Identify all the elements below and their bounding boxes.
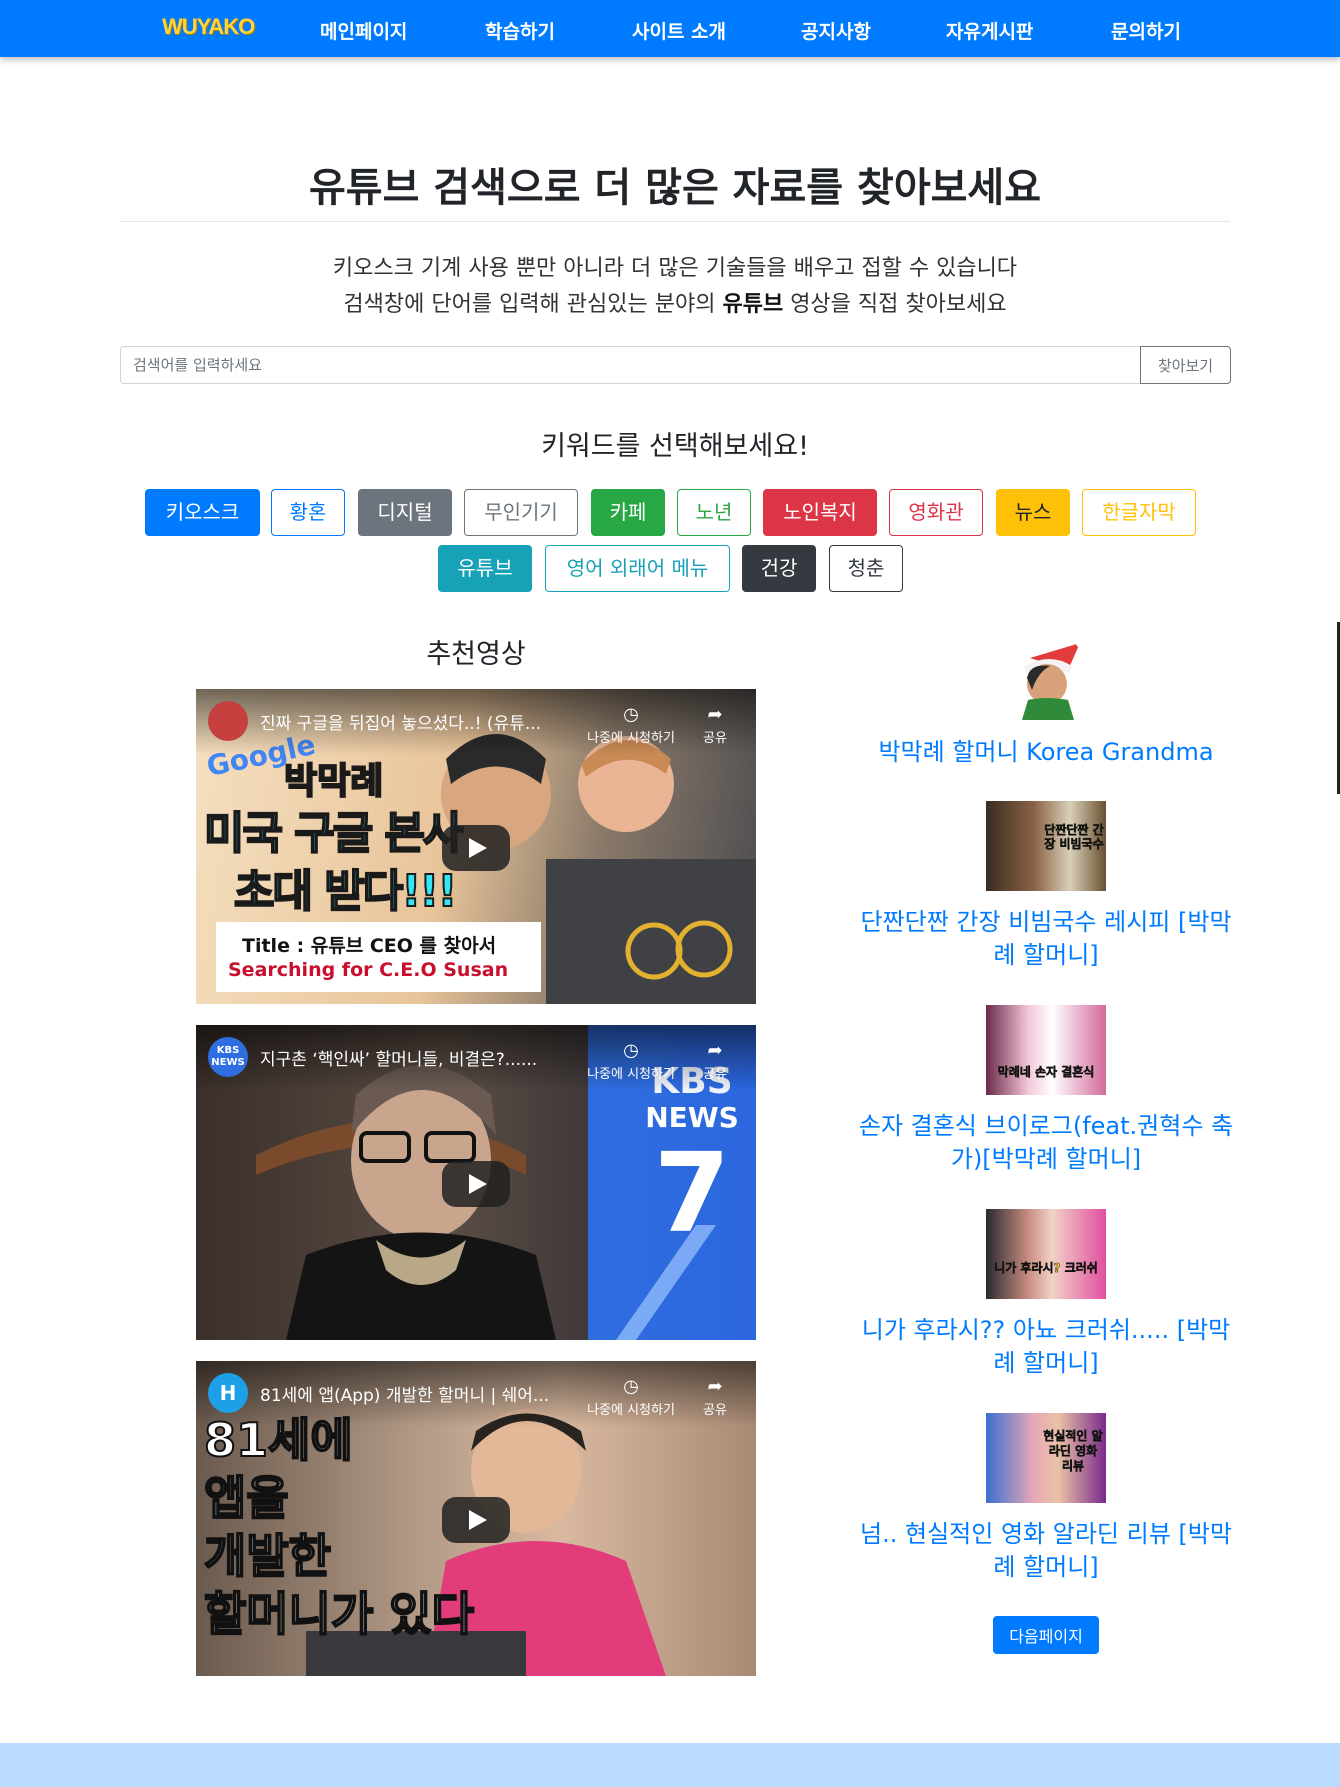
intro-line-1: 키오스크 기계 사용 뿐만 아니라 더 많은 기술들을 배우고 접할 수 있습니… [332, 256, 1018, 281]
keyword-button-news[interactable]: 뉴스 [996, 489, 1070, 536]
sidebar-video-link-2[interactable]: 손자 결혼식 브이로그(feat.권혁수 축가)[박막례 할머니] [856, 1110, 1236, 1176]
keyword-button-cafe[interactable]: 카페 [591, 489, 665, 536]
video-1-share-label: 공유 [703, 731, 727, 746]
sidebar-thumb-2[interactable]: 막례네 손자 결혼식 [986, 1005, 1106, 1095]
nav-item-main[interactable]: 메인페이지 [320, 17, 407, 44]
video-3-title[interactable]: 81세에 앱(App) 개발한 할머니 | 쉐어... [260, 1381, 570, 1406]
nav-item-notice[interactable]: 공지사항 [801, 17, 871, 44]
clock-icon: ◷ [623, 1040, 639, 1061]
sidebar-thumb-4[interactable]: 현실적인 알라딘 영화 리뷰 [986, 1413, 1106, 1503]
keyword-heading: 키워드를 선택해보세요! [541, 431, 809, 462]
share-icon: ➦ [707, 1040, 723, 1061]
play-icon[interactable] [442, 1161, 510, 1207]
video-3-thumb-text-2: 앱을 [203, 1470, 290, 1526]
intro-line-2-bold: 유튜브 [722, 292, 784, 317]
search-input[interactable] [120, 346, 1141, 384]
top-navbar: WUYAKO 메인페이지 학습하기 사이트 소개 공지사항 자유게시판 문의하기 [0, 0, 1340, 57]
share-icon: ➦ [707, 704, 723, 725]
sidebar-thumb-2-text: 막례네 손자 결혼식 [997, 1065, 1095, 1080]
sidebar-thumb-3-text: 니가 후라시? 크러쉬 [994, 1261, 1098, 1276]
video-1-caption-sub: Searching for C.E.O Susan [228, 959, 509, 981]
nav-item-about[interactable]: 사이트 소개 [632, 17, 726, 44]
video-1-watch-later[interactable]: ◷ 나중에 시청하기 [576, 703, 686, 746]
video-1-thumb-text-3: 초대 받다!!! [233, 865, 458, 918]
video-embed-1[interactable]: Google 박막례 미국 구글 본사 초대 받다!!! Title : 유튜브… [196, 689, 756, 1004]
video-2-share[interactable]: ➦ 공유 [690, 1039, 740, 1082]
video-3-channel-avatar[interactable]: H [208, 1373, 248, 1413]
keyword-button-old-age[interactable]: 노년 [677, 489, 751, 536]
intro-line-2-text: 검색창에 단어를 입력해 관심있는 분야의 [343, 292, 723, 317]
video-2-watch-later[interactable]: ◷ 나중에 시청하기 [576, 1039, 686, 1082]
keyword-button-twilight[interactable]: 황혼 [271, 489, 345, 536]
clock-icon: ◷ [623, 1376, 639, 1397]
keyword-button-english-menu[interactable]: 영어 외래어 메뉴 [545, 545, 730, 592]
keyword-button-elder-welfare[interactable]: 노인복지 [763, 489, 877, 536]
intro-line-2-tail: 영상을 직접 찾아보세요 [783, 292, 1007, 317]
sidebar-thumb-1[interactable]: 단짠단짠 간장 비빔국수 [986, 801, 1106, 891]
keyword-button-kiosk[interactable]: 키오스크 [145, 489, 260, 536]
video-3-thumb-text-3: 개발한 [203, 1528, 332, 1584]
video-2-share-label: 공유 [703, 1067, 727, 1082]
video-1-caption-title: Title : 유튜브 CEO 를 찾아서 [242, 935, 497, 957]
sidebar-video-link-3[interactable]: 니가 후라시?? 아뇨 크러쉬..... [박막례 할머니] [856, 1314, 1236, 1380]
play-icon[interactable] [442, 1497, 510, 1543]
clock-icon: ◷ [623, 704, 639, 725]
search-button[interactable]: 찾아보기 [1140, 346, 1231, 384]
recommended-heading: 추천영상 [426, 639, 526, 670]
channel-profile-image[interactable] [1010, 638, 1090, 720]
video-1-watch-later-label: 나중에 시청하기 [587, 731, 675, 746]
play-icon[interactable] [442, 825, 510, 871]
channel-name-link[interactable]: 박막례 할머니 Korea Grandma [856, 736, 1236, 769]
video-2-watch-later-label: 나중에 시청하기 [587, 1067, 675, 1082]
share-icon: ➦ [707, 1376, 723, 1397]
sidebar-thumb-1-text: 단짠단짠 간장 비빔국수 [1044, 823, 1104, 852]
keyword-button-subtitles[interactable]: 한글자막 [1082, 489, 1196, 536]
video-3-thumb-text-4: 할머니가 있다 [203, 1586, 475, 1642]
video-1-channel-avatar[interactable] [208, 701, 248, 741]
video-3-watch-later-label: 나중에 시청하기 [587, 1403, 675, 1418]
video-embed-2[interactable]: KBS NEWS 7 KBS NEWS 지구촌 ‘핵인싸’ 할머니들, 비결은?… [196, 1025, 756, 1340]
keyword-button-cinema[interactable]: 영화관 [889, 489, 983, 536]
keyword-button-digital[interactable]: 디지털 [358, 489, 452, 536]
video-1-thumb-text-2: 미국 구글 본사 [203, 807, 465, 860]
video-2-channel-avatar[interactable]: KBS NEWS [208, 1037, 248, 1077]
nav-item-contact[interactable]: 문의하기 [1111, 17, 1181, 44]
next-page-button[interactable]: 다음페이지 [993, 1616, 1099, 1654]
intro-line-2: 검색창에 단어를 입력해 관심있는 분야의 유튜브 영상을 직접 찾아보세요 [0, 286, 1340, 318]
sidebar-thumb-4-text: 현실적인 알라딘 영화 리뷰 [1043, 1429, 1103, 1474]
brand-logo[interactable]: WUYAKO [162, 14, 255, 40]
video-3-share-label: 공유 [703, 1403, 727, 1418]
keyword-button-unmanned[interactable]: 무인기기 [464, 489, 578, 536]
divider [120, 221, 1230, 222]
keyword-button-youtube[interactable]: 유튜브 [438, 545, 532, 592]
sidebar-video-link-4[interactable]: 넘.. 현실적인 영화 알라딘 리뷰 [박막례 할머니] [856, 1518, 1236, 1584]
keyword-button-health[interactable]: 건강 [742, 545, 816, 592]
footer [0, 1743, 1340, 1787]
video-1-share[interactable]: ➦ 공유 [690, 703, 740, 746]
sidebar-thumb-3[interactable]: 니가 후라시? 크러쉬 [986, 1209, 1106, 1299]
sidebar-video-link-1[interactable]: 단짠단짠 간장 비빔국수 레시피 [박막례 할머니] [856, 906, 1236, 972]
nav-item-learn[interactable]: 학습하기 [485, 17, 555, 44]
video-3-watch-later[interactable]: ◷ 나중에 시청하기 [576, 1375, 686, 1418]
video-3-share[interactable]: ➦ 공유 [690, 1375, 740, 1418]
page-title: 유튜브 검색으로 더 많은 자료를 찾아보세요 [308, 165, 1042, 211]
video-2-thumb-text-3: 7 [653, 1129, 731, 1257]
video-2-title[interactable]: 지구촌 ‘핵인싸’ 할머니들, 비결은?...... [260, 1045, 570, 1070]
video-embed-3[interactable]: 81세에 앱을 개발한 할머니가 있다 H 81세에 앱(App) 개발한 할머… [196, 1361, 756, 1676]
keyword-button-youth[interactable]: 청춘 [829, 545, 903, 592]
nav-item-board[interactable]: 자유게시판 [946, 17, 1033, 44]
video-1-title[interactable]: 진짜 구글을 뒤집어 놓으셨다..! (유튜... [260, 709, 570, 734]
